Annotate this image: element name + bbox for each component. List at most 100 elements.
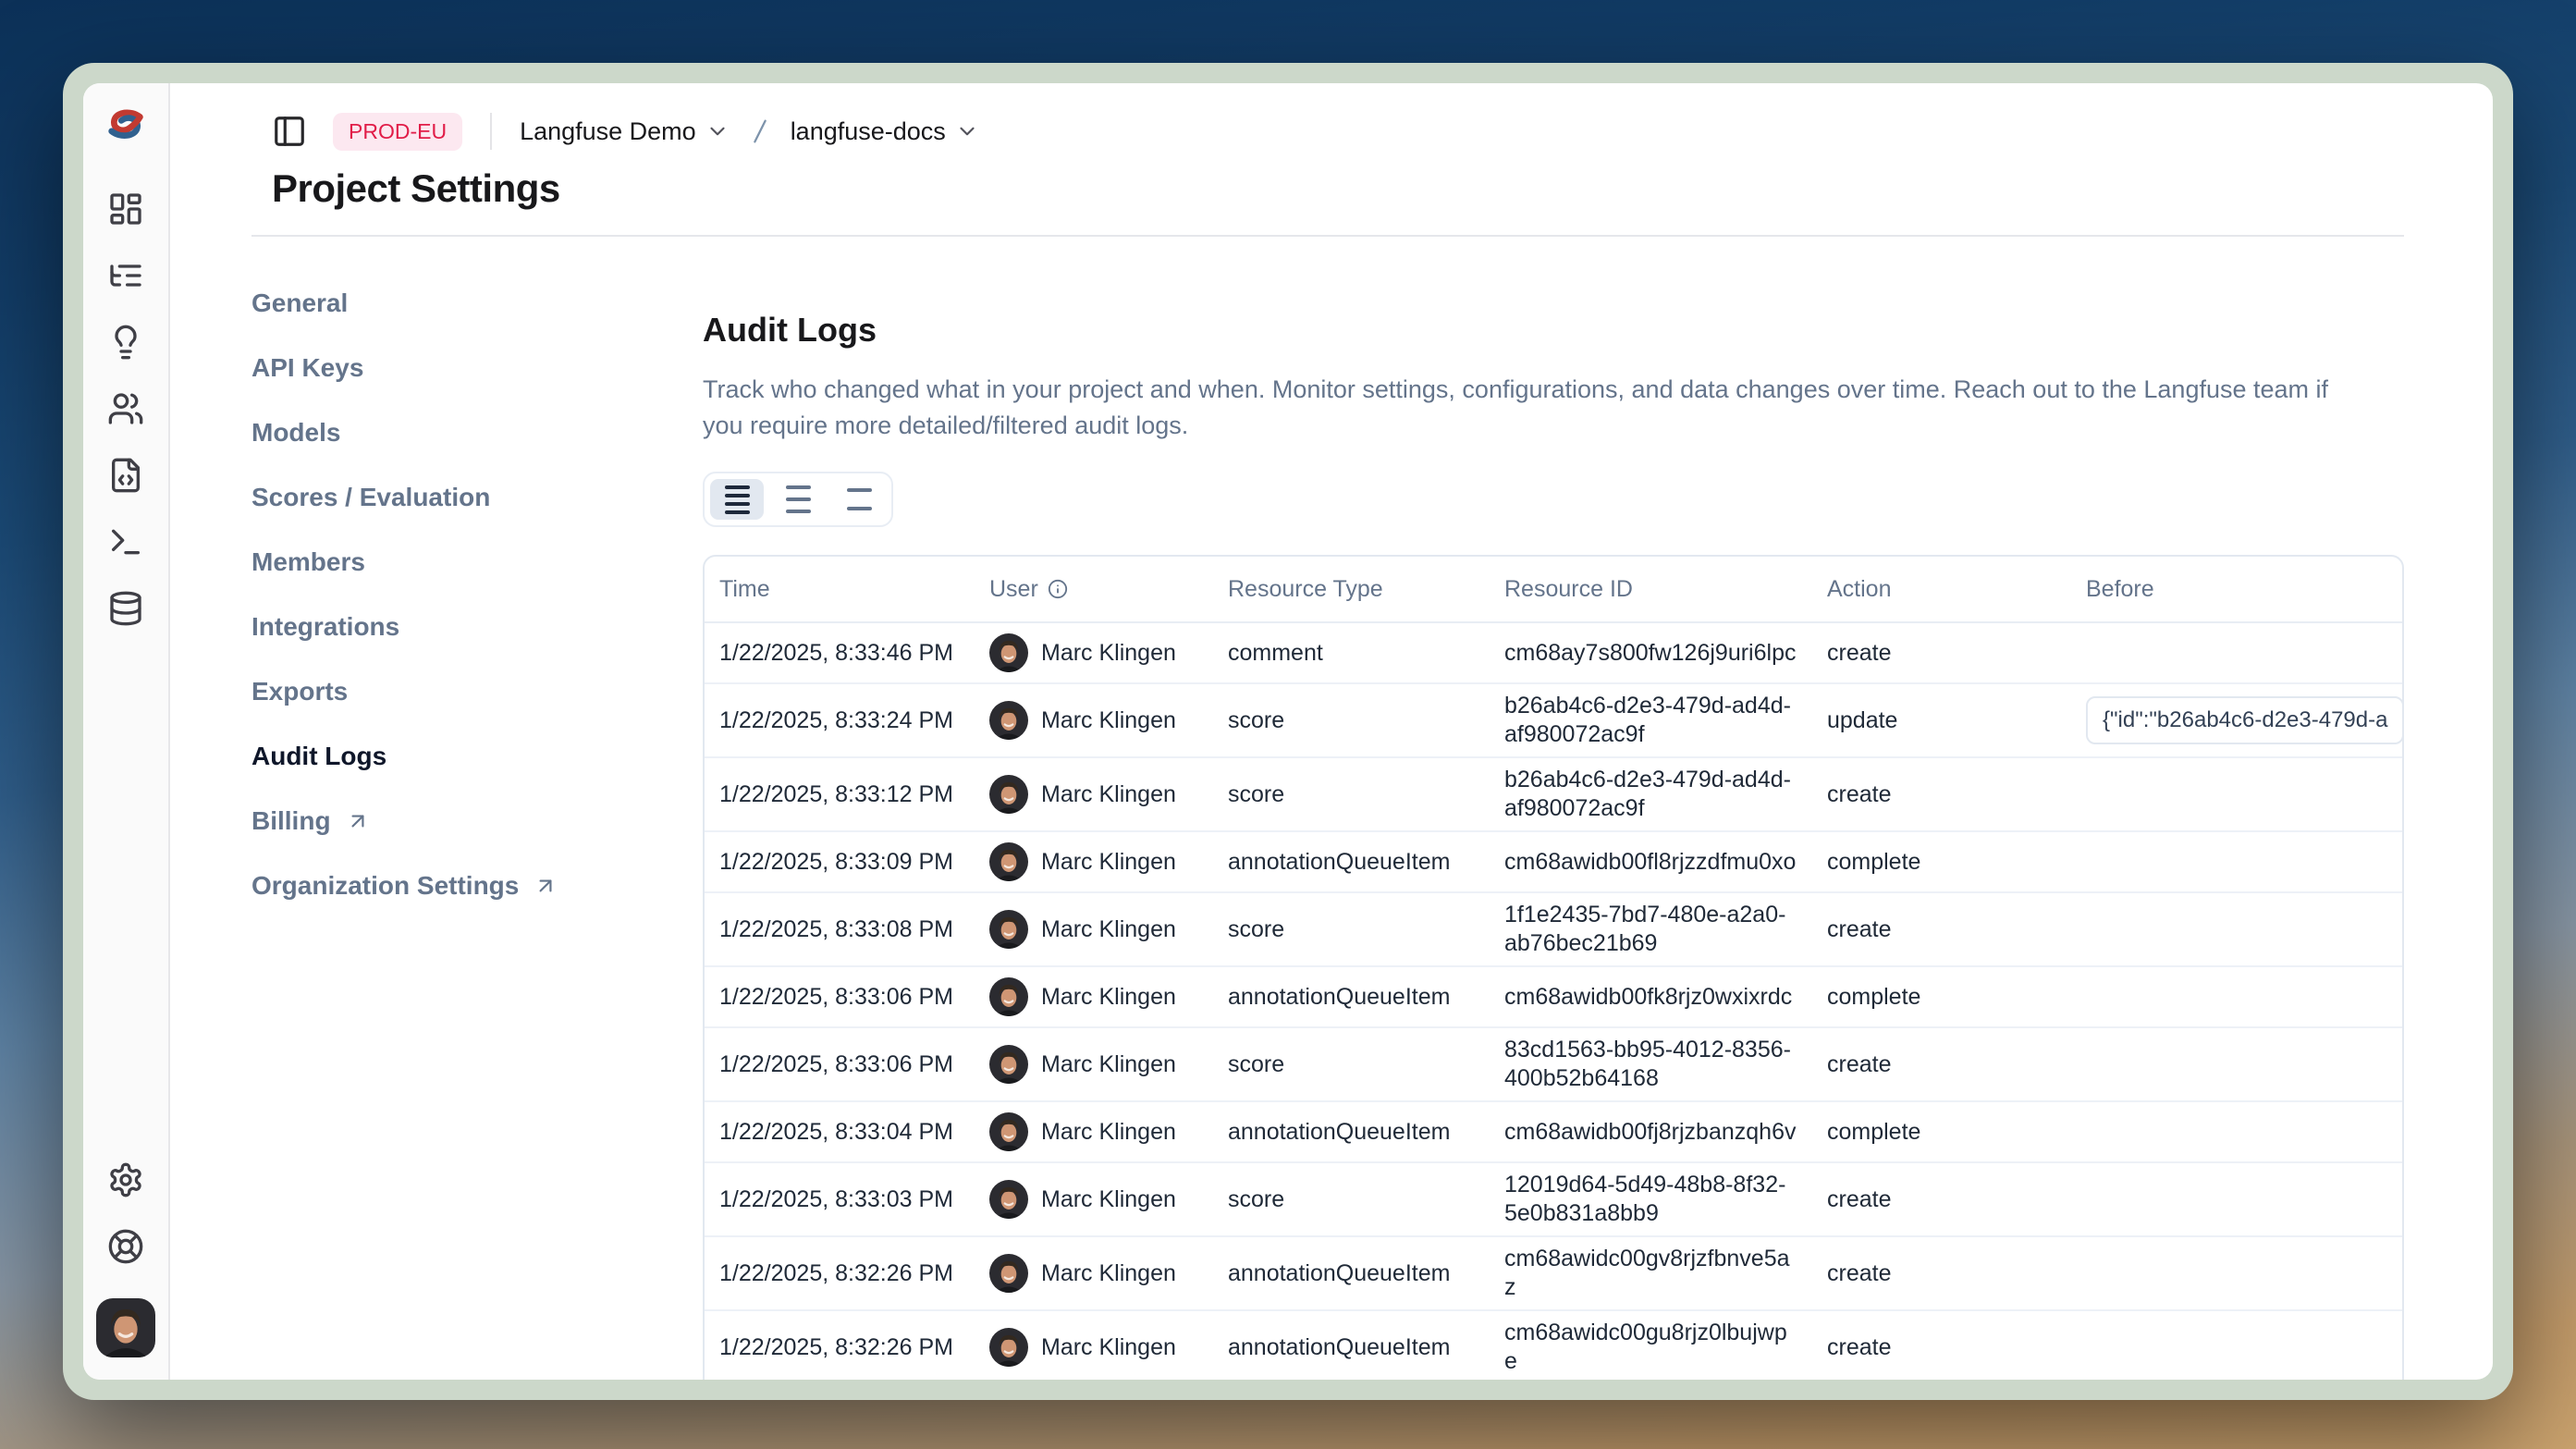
row-height-medium-button[interactable]	[771, 479, 825, 520]
log-time: 1/22/2025, 8:33:08 PM	[705, 916, 975, 943]
table-row[interactable]: 1/22/2025, 8:33:09 PM Marc Klingen annot…	[705, 832, 2402, 893]
chevron-down-icon[interactable]	[705, 119, 730, 143]
log-time: 1/22/2025, 8:33:24 PM	[705, 707, 975, 734]
row-height-small-button[interactable]	[710, 479, 764, 520]
column-resource-type[interactable]: Resource Type	[1213, 576, 1490, 603]
column-before[interactable]: Before	[2071, 576, 2402, 603]
row-height-large-button[interactable]	[832, 479, 886, 520]
log-resource-id: b26ab4c6-d2e3-479d-ad4d-af980072ac9f	[1490, 758, 1812, 830]
database-icon[interactable]	[107, 590, 144, 627]
terminal-icon[interactable]	[107, 523, 144, 560]
log-resource-type: annotationQueueItem	[1213, 849, 1490, 876]
user-avatar	[989, 775, 1028, 814]
log-user: Marc Klingen	[975, 775, 1213, 814]
tracing-tree-icon[interactable]	[107, 257, 144, 294]
nav-item-integrations[interactable]: Integrations	[251, 612, 703, 642]
nav-item-members[interactable]: Members	[251, 547, 703, 577]
org-selector[interactable]: Langfuse Demo	[520, 117, 696, 146]
nav-item-models[interactable]: Models	[251, 418, 703, 448]
log-resource-id: 1f1e2435-7bd7-480e-a2a0-ab76bec21b69	[1490, 893, 1812, 965]
nav-item-audit-logs[interactable]: Audit Logs	[251, 742, 703, 771]
info-icon[interactable]	[1048, 579, 1068, 599]
user-avatar	[989, 1045, 1028, 1084]
column-resource-id[interactable]: Resource ID	[1490, 576, 1812, 603]
user-avatar	[989, 1254, 1028, 1293]
breadcrumb-slash-icon	[744, 116, 776, 147]
table-row[interactable]: 1/22/2025, 8:33:24 PM Marc Klingen score	[705, 684, 2402, 758]
chevron-down-icon[interactable]	[955, 119, 979, 143]
log-action: create	[1812, 640, 2071, 667]
before-json-preview[interactable]: {"id":"b26ab4c6-d2e3-479d-a	[2086, 696, 2404, 744]
file-code-icon[interactable]	[107, 457, 144, 494]
log-time: 1/22/2025, 8:33:12 PM	[705, 781, 975, 808]
env-badge: PROD-EU	[333, 113, 462, 151]
log-resource-type: annotationQueueItem	[1213, 1260, 1490, 1287]
log-user: Marc Klingen	[975, 1180, 1213, 1219]
project-selector[interactable]: langfuse-docs	[791, 117, 946, 146]
sidebar-toggle-icon[interactable]	[272, 114, 307, 149]
log-user: Marc Klingen	[975, 1045, 1213, 1084]
log-resource-type: annotationQueueItem	[1213, 984, 1490, 1011]
log-time: 1/22/2025, 8:32:26 PM	[705, 1334, 975, 1361]
app-window: PROD-EU Langfuse Demo langfuse-docs Proj…	[63, 63, 2513, 1400]
icon-sidebar	[83, 83, 170, 1380]
table-row[interactable]: 1/22/2025, 8:33:06 PM Marc Klingen annot…	[705, 967, 2402, 1028]
user-name: Marc Klingen	[1041, 781, 1176, 808]
audit-logs-section: Audit Logs Track who changed what in you…	[703, 237, 2493, 1380]
log-action: create	[1812, 1051, 2071, 1078]
column-time[interactable]: Time	[705, 576, 975, 603]
user-avatar	[989, 910, 1028, 949]
log-time: 1/22/2025, 8:33:03 PM	[705, 1186, 975, 1213]
column-user[interactable]: User	[975, 576, 1213, 603]
users-icon[interactable]	[107, 390, 144, 427]
breadcrumb-divider	[490, 113, 492, 150]
log-resource-type: annotationQueueItem	[1213, 1334, 1490, 1361]
log-resource-type: score	[1213, 707, 1490, 734]
langfuse-app: PROD-EU Langfuse Demo langfuse-docs Proj…	[83, 83, 2493, 1380]
settings-gear-icon[interactable]	[107, 1161, 144, 1198]
langfuse-logo-icon[interactable]	[104, 107, 147, 144]
log-user: Marc Klingen	[975, 1254, 1213, 1293]
nav-item-general[interactable]: General	[251, 289, 703, 318]
page-title: Project Settings	[272, 166, 2493, 211]
log-time: 1/22/2025, 8:33:09 PM	[705, 849, 975, 876]
log-user: Marc Klingen	[975, 977, 1213, 1016]
section-description: Track who changed what in your project a…	[703, 372, 2372, 444]
log-resource-id: 83cd1563-bb95-4012-8356-400b52b64168	[1490, 1028, 1812, 1100]
user-name: Marc Klingen	[1041, 1334, 1176, 1361]
table-row[interactable]: 1/22/2025, 8:33:12 PM Marc Klingen score	[705, 758, 2402, 832]
table-row[interactable]: 1/22/2025, 8:33:08 PM Marc Klingen score	[705, 893, 2402, 967]
user-avatar	[989, 1112, 1028, 1151]
log-time: 1/22/2025, 8:33:04 PM	[705, 1119, 975, 1146]
log-resource-type: score	[1213, 781, 1490, 808]
dashboard-icon[interactable]	[107, 190, 144, 227]
column-action[interactable]: Action	[1812, 576, 2071, 603]
lightbulb-icon[interactable]	[107, 324, 144, 361]
log-resource-type: score	[1213, 1186, 1490, 1213]
log-resource-id: b26ab4c6-d2e3-479d-ad4d-af980072ac9f	[1490, 684, 1812, 756]
nav-item-billing[interactable]: Billing	[251, 806, 703, 836]
user-name: Marc Klingen	[1041, 1051, 1176, 1078]
life-buoy-icon[interactable]	[107, 1228, 144, 1265]
log-resource-type: annotationQueueItem	[1213, 1119, 1490, 1146]
log-user: Marc Klingen	[975, 1112, 1213, 1151]
nav-item-exports[interactable]: Exports	[251, 677, 703, 706]
nav-item-api-keys[interactable]: API Keys	[251, 353, 703, 383]
log-user: Marc Klingen	[975, 1328, 1213, 1367]
log-time: 1/22/2025, 8:32:26 PM	[705, 1260, 975, 1287]
table-row[interactable]: 1/22/2025, 8:33:46 PM Marc Klingen comme…	[705, 623, 2402, 684]
table-row[interactable]: 1/22/2025, 8:32:26 PM Marc Klingen annot…	[705, 1311, 2402, 1380]
table-body: 1/22/2025, 8:33:46 PM Marc Klingen comme…	[705, 623, 2402, 1380]
log-action: create	[1812, 781, 2071, 808]
log-resource-id: cm68awidc00gu8rjz0lbujwpe	[1490, 1311, 1812, 1380]
table-row[interactable]: 1/22/2025, 8:32:26 PM Marc Klingen annot…	[705, 1237, 2402, 1311]
table-row[interactable]: 1/22/2025, 8:33:04 PM Marc Klingen annot…	[705, 1102, 2402, 1163]
table-row[interactable]: 1/22/2025, 8:33:03 PM Marc Klingen score	[705, 1163, 2402, 1237]
nav-item-scores-evaluation[interactable]: Scores / Evaluation	[251, 483, 703, 512]
table-row[interactable]: 1/22/2025, 8:33:06 PM Marc Klingen score	[705, 1028, 2402, 1102]
breadcrumb: PROD-EU Langfuse Demo langfuse-docs	[272, 111, 2493, 152]
user-avatar[interactable]	[96, 1298, 155, 1357]
nav-item-organization-settings[interactable]: Organization Settings	[251, 871, 703, 901]
log-resource-type: score	[1213, 916, 1490, 943]
user-avatar	[989, 701, 1028, 740]
